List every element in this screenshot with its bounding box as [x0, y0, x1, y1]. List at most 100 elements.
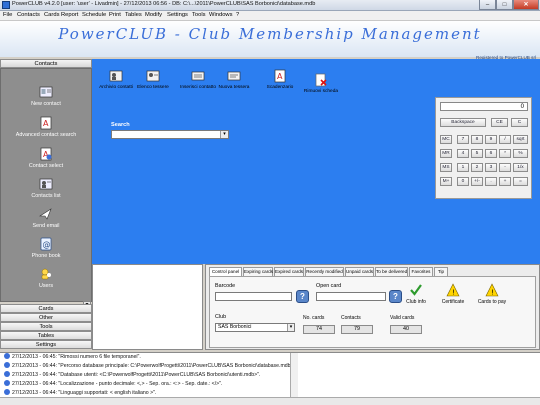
calc-button-4[interactable]: 4	[457, 149, 469, 158]
calc-button-5[interactable]: 5	[471, 149, 483, 158]
calc-button-2[interactable]: 2	[471, 163, 483, 172]
calc-button-backspace[interactable]: Backspace	[440, 118, 486, 127]
log-row: 27/12/2013 - 06:44: "Database utenti: <C…	[4, 371, 260, 380]
calc-button-minus[interactable]: -	[499, 163, 511, 172]
menu-file[interactable]: File	[3, 12, 12, 18]
menu-settings[interactable]: Settings	[167, 12, 188, 18]
contacts-list-icon	[39, 178, 53, 190]
menu-schedule[interactable]: Schedule	[82, 12, 106, 18]
valid-cards-value: 40	[390, 325, 422, 334]
calc-button-1[interactable]: 1	[457, 163, 469, 172]
calc-button-reciprocal[interactable]: 1/x	[513, 163, 528, 172]
log-scrollbar[interactable]	[290, 353, 298, 397]
menu-tools[interactable]: Tools	[192, 12, 206, 18]
maximize-button[interactable]: □	[496, 0, 513, 10]
sidebar-section-tables[interactable]: Tables	[0, 331, 92, 340]
close-icon: ✕	[523, 2, 529, 8]
calc-button-plus[interactable]: +	[499, 177, 511, 186]
open-card-input[interactable]	[316, 292, 386, 301]
log-text: 27/12/2013 - 06:44: "Linguaggi supportat…	[12, 390, 157, 396]
menu-report[interactable]: Report	[61, 12, 78, 18]
sidebar-item-phone-book[interactable]: @ Phone book	[1, 237, 91, 259]
tab-expired-cards[interactable]: Expired cards	[274, 267, 304, 276]
calc-button-ce[interactable]: CE	[491, 118, 508, 127]
menu-modify[interactable]: Modify	[145, 12, 162, 18]
calc-button-sign[interactable]: +/-	[471, 177, 483, 186]
tab-favorites[interactable]: Favorites	[409, 267, 433, 276]
menu-tables[interactable]: Tables	[125, 12, 142, 18]
toolbar-insert-contact[interactable]: Inserisci contatto	[180, 69, 216, 90]
toolbar-remove-card[interactable]: Rimuovi scheda	[303, 73, 339, 94]
sidebar-item-send-email[interactable]: Send email	[1, 207, 91, 229]
calc-button-6[interactable]: 6	[485, 149, 497, 158]
toolbar-new-card[interactable]: Nuova tessera	[216, 69, 252, 90]
tab-to-be-delivered[interactable]: To be delivered	[375, 267, 408, 276]
calc-button-multiply[interactable]: *	[499, 149, 511, 158]
calc-button-divide[interactable]: /	[499, 135, 511, 144]
tab-recently-modified[interactable]: Recently modified	[305, 267, 344, 276]
search-combobox[interactable]: ▾	[111, 130, 229, 139]
sidebar-item-new-contact[interactable]: New contact	[1, 85, 91, 107]
calc-button-9[interactable]: 9	[485, 135, 497, 144]
svg-text:A: A	[277, 72, 283, 81]
log-text: 27/12/2013 - 06:44: "Database utenti: <C…	[12, 372, 261, 378]
calc-button-equals[interactable]: =	[513, 177, 528, 186]
sidebar-head-contacts[interactable]: Contacts	[0, 59, 92, 68]
club-info-button[interactable]: Club info	[399, 283, 433, 305]
info-icon	[4, 371, 10, 377]
tab-unpaid-cards[interactable]: Unpaid cards	[345, 267, 374, 276]
log-text: 27/12/2013 - 06:45: "Rimossi numero 6 fi…	[12, 354, 141, 360]
tab-tip[interactable]: Tip	[434, 267, 448, 276]
check-icon	[410, 284, 422, 296]
tab-expiring-cards[interactable]: Expiring cards	[243, 267, 273, 276]
club-select[interactable]: SAS Borbonici ▾	[215, 323, 295, 332]
chevron-down-icon[interactable]: ▾	[287, 324, 294, 331]
calc-button-mc[interactable]: MC	[440, 135, 452, 144]
barcode-help-button[interactable]: ?	[296, 290, 309, 303]
menu-print[interactable]: Print	[109, 12, 121, 18]
close-button[interactable]: ✕	[513, 0, 539, 10]
calc-button-mr[interactable]: MR	[440, 149, 452, 158]
toolbar-label: Rimuovi scheda	[303, 89, 339, 94]
minimize-icon: –	[485, 2, 490, 8]
barcode-label: Barcode	[215, 283, 236, 289]
sidebar-section-tools[interactable]: Tools	[0, 322, 92, 331]
calculator-display: 0	[440, 102, 528, 111]
sidebar-item-advanced-search[interactable]: A Advanced contact search	[1, 116, 91, 138]
sidebar-section-other[interactable]: Other	[0, 313, 92, 322]
calc-button-c[interactable]: C	[511, 118, 528, 127]
sidebar-item-contacts-list[interactable]: Contacts list	[1, 177, 91, 199]
toolbar-archive-contacts[interactable]: Archivio contatti	[98, 69, 134, 90]
menu-contacts[interactable]: Contacts	[17, 12, 40, 18]
toolbar-card-list[interactable]: Elenco tessere	[135, 69, 171, 90]
status-bar	[0, 397, 540, 405]
cards-to-pay-button[interactable]: ! Cards to pay	[475, 283, 509, 305]
toolbar-label: Nuova tessera	[218, 85, 250, 90]
certificate-button[interactable]: ! Certificate	[436, 283, 470, 305]
calc-button-mplus[interactable]: M+	[440, 177, 452, 186]
menu-help[interactable]: ?	[236, 12, 239, 18]
menu-cards[interactable]: Cards	[44, 12, 59, 18]
calc-button-sqrt[interactable]: sqrt	[513, 135, 528, 144]
calc-button-3[interactable]: 3	[485, 163, 497, 172]
app-icon	[2, 1, 10, 9]
calc-button-percent[interactable]: %	[513, 149, 528, 158]
sidebar-item-label: Phone book	[31, 253, 61, 259]
menu-windows[interactable]: Windows	[209, 12, 233, 18]
calc-button-7[interactable]: 7	[457, 135, 469, 144]
calc-button-decimal[interactable]: .	[485, 177, 497, 186]
sidebar-section-cards[interactable]: Cards	[0, 304, 92, 313]
barcode-input[interactable]	[215, 292, 292, 301]
toolbar-schedule[interactable]: A Scadenzario	[262, 69, 298, 90]
schedule-icon: A	[274, 69, 286, 83]
sidebar-section-settings[interactable]: Settings	[0, 340, 92, 349]
log-row: 27/12/2013 - 06:44: "Percorso database p…	[4, 362, 294, 371]
minimize-button[interactable]: –	[479, 0, 496, 10]
sidebar-item-label: Send email	[32, 223, 60, 229]
calc-button-8[interactable]: 8	[471, 135, 483, 144]
chevron-down-icon[interactable]: ▾	[220, 131, 228, 138]
calc-button-0[interactable]: 0	[457, 177, 469, 186]
calc-button-ms[interactable]: MS	[440, 163, 452, 172]
sidebar-item-users[interactable]: Users	[1, 267, 91, 289]
sidebar-item-contact-select[interactable]: A Contact select	[1, 147, 91, 169]
